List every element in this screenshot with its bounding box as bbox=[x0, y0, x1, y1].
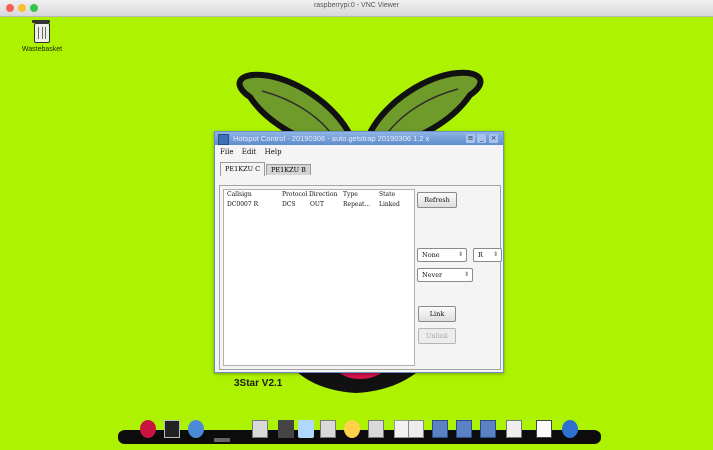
shade-icon[interactable]: ≡ bbox=[466, 134, 475, 143]
raspberry-icon[interactable] bbox=[140, 420, 156, 438]
window-icon[interactable] bbox=[432, 420, 448, 438]
module-select-value: R bbox=[478, 251, 483, 259]
cell-protocol: DCS bbox=[282, 201, 296, 208]
flask-icon[interactable] bbox=[298, 420, 314, 438]
reconnect-select[interactable]: Never ⇕ bbox=[417, 268, 473, 282]
terminal-icon[interactable] bbox=[164, 420, 180, 438]
link-list[interactable]: Callsign Protocol Direction Type State D… bbox=[223, 189, 415, 366]
globe-icon[interactable] bbox=[188, 420, 204, 438]
reflector-select-value: None bbox=[422, 251, 440, 259]
app-icon bbox=[218, 134, 229, 145]
cell-type: Repeat... bbox=[343, 201, 371, 208]
tab-pe1kzu-c[interactable]: PE1KZU C bbox=[220, 162, 266, 176]
image-icon[interactable] bbox=[408, 420, 424, 438]
unlink-button[interactable]: Unlink bbox=[418, 328, 456, 344]
reconnect-select-value: Never bbox=[422, 271, 443, 279]
cell-state: Linked bbox=[379, 201, 400, 208]
link-button[interactable]: Link bbox=[418, 306, 456, 322]
menubar: File Edit Help bbox=[215, 145, 503, 160]
app-titlebar[interactable]: Hotspot Control - 20190306 - auto.getstr… bbox=[215, 132, 503, 145]
tab-pe1kzu-b[interactable]: PE1KZU B bbox=[266, 164, 311, 175]
menu-file[interactable]: File bbox=[220, 148, 233, 156]
col-callsign[interactable]: Callsign bbox=[227, 191, 252, 198]
tab-bar: PE1KZU C PE1KZU B bbox=[215, 162, 503, 176]
calendar-icon[interactable] bbox=[506, 420, 522, 438]
desktop: Wastebasket 3Star V2.1 Hotspot Control -… bbox=[0, 17, 713, 450]
tools-icon[interactable] bbox=[278, 420, 294, 438]
minimize-icon[interactable]: _ bbox=[477, 134, 486, 143]
version-label: 3Star V2.1 bbox=[234, 378, 283, 389]
menu-help[interactable]: Help bbox=[265, 148, 282, 156]
accessibility-icon[interactable] bbox=[562, 420, 578, 438]
monitor-icon[interactable] bbox=[536, 420, 552, 438]
col-direction[interactable]: Direction bbox=[309, 191, 337, 198]
col-state[interactable]: State bbox=[379, 191, 395, 198]
search-icon[interactable] bbox=[344, 420, 360, 438]
vnc-window-title: raspberrypi:0 - VNC Viewer bbox=[313, 2, 400, 9]
tab-panel: Callsign Protocol Direction Type State D… bbox=[219, 185, 502, 370]
module-select[interactable]: R ⇕ bbox=[473, 248, 502, 262]
folder-icon[interactable] bbox=[368, 420, 384, 438]
updown-icon: ⇕ bbox=[492, 251, 498, 258]
updown-icon: ⇕ bbox=[463, 271, 469, 278]
menu-edit[interactable]: Edit bbox=[242, 148, 257, 156]
folder-icon[interactable] bbox=[320, 420, 336, 438]
cell-callsign: DC0007 R bbox=[227, 201, 259, 208]
close-icon[interactable]: × bbox=[489, 134, 498, 143]
folder-icon[interactable] bbox=[252, 420, 268, 438]
col-type[interactable]: Type bbox=[343, 191, 358, 198]
hotspot-control-window: Hotspot Control - 20190306 - auto.getstr… bbox=[214, 131, 504, 373]
app-title: Hotspot Control - 20190306 - auto.getstr… bbox=[233, 134, 430, 143]
refresh-button[interactable]: Refresh bbox=[417, 192, 457, 208]
window-icon[interactable] bbox=[480, 420, 496, 438]
updown-icon: ⇕ bbox=[457, 251, 463, 258]
vnc-titlebar: raspberrypi:0 - VNC Viewer bbox=[0, 0, 713, 17]
window-icon[interactable] bbox=[456, 420, 472, 438]
col-protocol[interactable]: Protocol bbox=[282, 191, 307, 198]
cell-direction: OUT bbox=[310, 201, 324, 208]
bar-icon[interactable] bbox=[214, 438, 230, 442]
reflector-select[interactable]: None ⇕ bbox=[417, 248, 467, 262]
